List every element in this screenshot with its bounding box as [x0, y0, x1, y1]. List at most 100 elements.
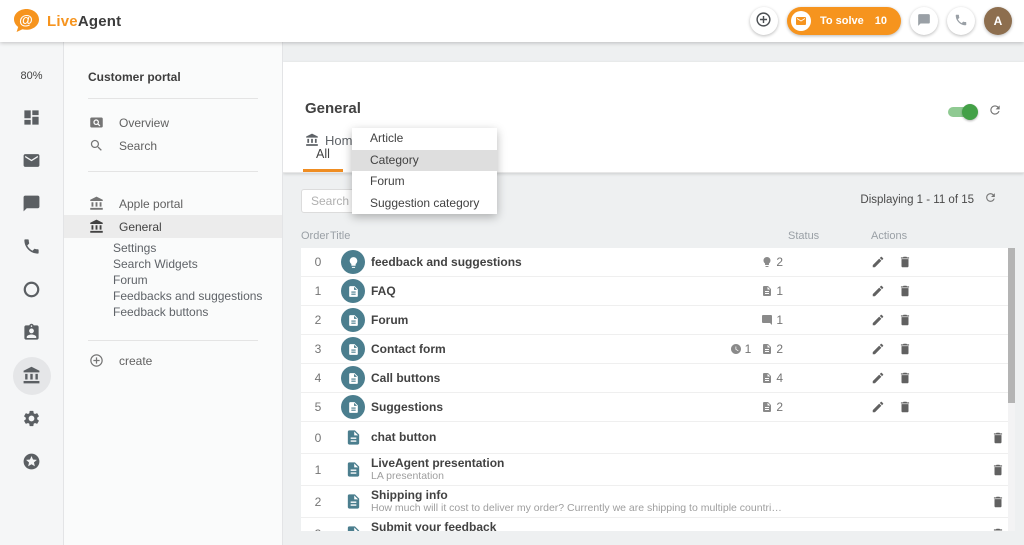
- delete-icon[interactable]: [991, 463, 1005, 477]
- document-icon: [761, 343, 773, 355]
- menu-item-suggestion-category[interactable]: Suggestion category: [352, 193, 497, 215]
- to-solve-button[interactable]: To solve 10: [787, 7, 901, 35]
- row-title: Shipping info: [371, 489, 783, 502]
- delete-icon[interactable]: [898, 400, 912, 414]
- tab-all[interactable]: All: [303, 147, 343, 169]
- menu-item-category[interactable]: Category: [352, 150, 497, 172]
- calls-button[interactable]: [947, 7, 975, 35]
- phone-icon: [954, 13, 968, 30]
- rail-item-contact-card[interactable]: [0, 311, 63, 354]
- dashboard-icon: [22, 108, 41, 127]
- scrollbar-thumb[interactable]: [1008, 248, 1015, 403]
- table-header: Order Title Status Actions: [301, 230, 1008, 244]
- delete-icon[interactable]: [991, 527, 1005, 532]
- add-button[interactable]: [750, 7, 778, 35]
- liveagent-logo[interactable]: @ LiveAgent: [12, 8, 121, 34]
- to-solve-label: To solve: [820, 15, 864, 27]
- row-title-block[interactable]: LiveAgent presentationLA presentation: [371, 457, 783, 483]
- delete-icon[interactable]: [991, 495, 1005, 509]
- row-title[interactable]: Suggestions: [371, 400, 663, 414]
- category-row[interactable]: 0feedback and suggestions2: [301, 248, 1008, 277]
- category-row[interactable]: 1FAQ1: [301, 277, 1008, 306]
- edit-icon[interactable]: [871, 400, 885, 414]
- refresh-icon[interactable]: [984, 191, 997, 204]
- rail-item-phone[interactable]: [0, 225, 63, 268]
- delete-icon[interactable]: [898, 313, 912, 327]
- sidebar-item-create[interactable]: create: [64, 349, 282, 372]
- delete-icon[interactable]: [898, 255, 912, 269]
- edit-icon[interactable]: [871, 313, 885, 327]
- row-actions: [903, 431, 1008, 445]
- row-order: 0: [301, 255, 335, 269]
- delete-icon[interactable]: [898, 371, 912, 385]
- lightbulb-icon: [335, 250, 371, 274]
- menu-item-article[interactable]: Article: [352, 128, 497, 150]
- sidebar-item-apple-portal[interactable]: Apple portal: [64, 192, 282, 215]
- delete-icon[interactable]: [991, 431, 1005, 445]
- sidebar-item-overview[interactable]: Overview: [64, 111, 282, 134]
- edit-icon[interactable]: [871, 342, 885, 356]
- menu-item-forum[interactable]: Forum: [352, 171, 497, 193]
- pagination-status: Displaying 1 - 11 of 15: [860, 194, 974, 206]
- row-order: 4: [301, 371, 335, 385]
- row-title[interactable]: FAQ: [371, 284, 663, 298]
- column-header-actions: Actions: [871, 230, 907, 242]
- svg-text:@: @: [19, 12, 33, 28]
- row-order: 2: [301, 495, 335, 509]
- row-title-block[interactable]: chat button: [371, 431, 783, 444]
- delete-icon[interactable]: [898, 342, 912, 356]
- article-row[interactable]: 3 Submit your feedbackDo you have any ide…: [301, 518, 1008, 531]
- row-order: 3: [301, 527, 335, 532]
- category-row[interactable]: 5Suggestions2: [301, 393, 1008, 422]
- sidebar-subitem-settings[interactable]: Settings: [113, 240, 282, 256]
- sidebar-subitem-forum[interactable]: Forum: [113, 272, 282, 288]
- row-title[interactable]: feedback and suggestions: [371, 255, 663, 269]
- row-order: 3: [301, 342, 335, 356]
- sidebar-subitem-search-widgets[interactable]: Search Widgets: [113, 256, 282, 272]
- edit-icon[interactable]: [871, 371, 885, 385]
- row-title-block[interactable]: Submit your feedbackDo you have any idea…: [371, 521, 783, 532]
- row-title-block[interactable]: Shipping infoHow much will it cost to de…: [371, 489, 783, 515]
- category-row[interactable]: 2 Forum1: [301, 306, 1008, 335]
- document-icon: [761, 401, 773, 413]
- rail-item-dashboard[interactable]: [0, 96, 63, 139]
- topbar-actions: To solve 10 A: [750, 7, 1012, 35]
- category-row[interactable]: 3Contact form12: [301, 335, 1008, 364]
- rail-item-gear[interactable]: [0, 397, 63, 440]
- delete-icon[interactable]: [898, 284, 912, 298]
- article-row[interactable]: 2 Shipping infoHow much will it cost to d…: [301, 486, 1008, 518]
- rail-item-chat[interactable]: [0, 182, 63, 225]
- row-title[interactable]: Call buttons: [371, 371, 663, 385]
- row-title[interactable]: Forum: [371, 313, 663, 327]
- sidebar-item-general[interactable]: General: [64, 215, 282, 238]
- sidebar-subitem-feedbacks-and-suggestions[interactable]: Feedbacks and suggestions: [113, 288, 282, 304]
- row-title[interactable]: Contact form: [371, 342, 663, 356]
- sidebar-item-label: Overview: [119, 116, 169, 130]
- article-row[interactable]: 0chat button: [301, 422, 1008, 454]
- portal-enabled-toggle[interactable]: [948, 104, 978, 120]
- row-order: 2: [301, 313, 335, 327]
- edit-icon[interactable]: [871, 255, 885, 269]
- refresh-icon[interactable]: [988, 103, 1002, 117]
- active-tab-underline: [303, 169, 343, 172]
- rail-item-bank[interactable]: [0, 354, 63, 397]
- row-status: 1: [663, 313, 783, 327]
- edit-icon[interactable]: [871, 284, 885, 298]
- sidebar-subitem-feedback-buttons[interactable]: Feedback buttons: [113, 304, 282, 320]
- bank-icon: [88, 196, 104, 211]
- mail-icon: [22, 151, 41, 170]
- column-header-title: Title: [330, 230, 350, 242]
- rail-item-star-circle[interactable]: [0, 440, 63, 483]
- table-scrollbar[interactable]: [1008, 248, 1015, 531]
- rail-item-ring[interactable]: [0, 268, 63, 311]
- row-status: 1: [663, 284, 783, 298]
- chats-button[interactable]: [910, 7, 938, 35]
- document-icon: [335, 429, 371, 446]
- rail-item-mail[interactable]: [0, 139, 63, 182]
- category-row[interactable]: 4Call buttons4: [301, 364, 1008, 393]
- article-row[interactable]: 1LiveAgent presentationLA presentation: [301, 454, 1008, 486]
- user-avatar[interactable]: A: [984, 7, 1012, 35]
- document-icon: [335, 525, 371, 531]
- sidebar-item-search[interactable]: Search: [64, 134, 282, 157]
- main-content: General Home / CREATE All: [283, 42, 1024, 545]
